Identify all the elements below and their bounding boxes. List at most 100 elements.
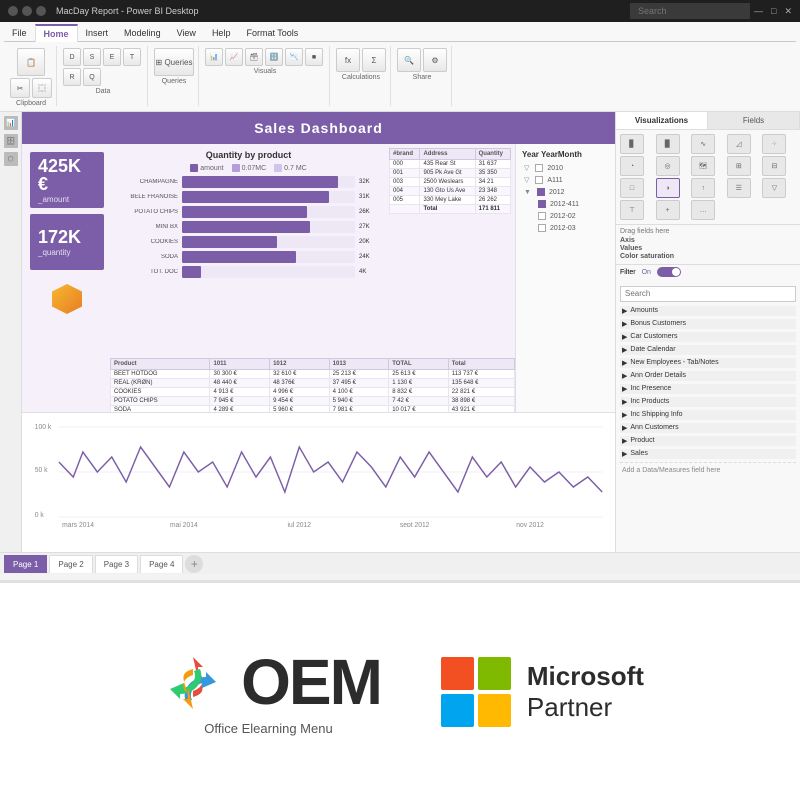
- slicer-2012-03[interactable]: 2012-03: [522, 223, 609, 233]
- tab-help[interactable]: Help: [204, 24, 239, 42]
- window-chrome: MacDay Report - Power BI Desktop —□✕: [0, 0, 800, 22]
- ribbon-copy-btn[interactable]: ⿴: [32, 78, 52, 98]
- bar-label-5: SODA: [118, 254, 178, 260]
- filter-toggle[interactable]: [657, 267, 681, 277]
- field-group-presence-header[interactable]: ▶Inc Presence: [620, 384, 796, 394]
- viz-scatter[interactable]: ⁘: [762, 134, 786, 154]
- addr-col-qty: Quantity: [475, 149, 510, 160]
- ribbon-queries-btn[interactable]: ⊞ Queries: [154, 48, 194, 76]
- ribbon-data-btn-3[interactable]: E: [103, 48, 121, 66]
- ribbon-vis-btn-3[interactable]: 🗃: [245, 48, 263, 66]
- slicer-2012-02[interactable]: 2012-02: [522, 211, 609, 221]
- page-tab-4[interactable]: Page 4: [140, 555, 183, 573]
- field-group-date-header[interactable]: ▶Date Calendar: [620, 345, 796, 355]
- field-group-customers-header[interactable]: ▶Ann Customers: [620, 423, 796, 433]
- viz-funnel[interactable]: ▽: [762, 178, 786, 198]
- ribbon-data-btn-4[interactable]: T: [123, 48, 141, 66]
- window-close-btn[interactable]: [8, 6, 18, 16]
- tab-add-button[interactable]: +: [185, 555, 203, 573]
- dashboard-canvas: Sales Dashboard 425K € _amount 172K _qua…: [22, 112, 615, 552]
- view-icon-data[interactable]: 🗄: [4, 134, 18, 148]
- field-group-orders-header[interactable]: ▶Ann Order Details: [620, 371, 796, 381]
- field-group-amounts-header[interactable]: ▶Amounts: [620, 306, 796, 316]
- ribbon-more-btn-1[interactable]: 🔍: [397, 48, 421, 72]
- bar-chart-title: Quantity by product: [118, 150, 379, 160]
- oem-tagline: Office Elearning Menu: [204, 721, 332, 736]
- right-panels: Visualizations Fields ▊ ▉ ∿ ◿ ⁘ ◔ ◎ 🗺 ⊞ …: [615, 112, 800, 552]
- slicer-2010[interactable]: ▽ 2010: [522, 163, 609, 173]
- slicer-check-2012-02[interactable]: [538, 212, 546, 220]
- tab-modeling[interactable]: Modeling: [116, 24, 169, 42]
- viz-bar-chart[interactable]: ▊: [620, 134, 644, 154]
- viz-pie[interactable]: ◔: [620, 156, 644, 176]
- tab-view[interactable]: View: [169, 24, 204, 42]
- viz-waterfall[interactable]: ⊤: [620, 200, 644, 220]
- ribbon-paste-btn[interactable]: 📋: [17, 48, 45, 76]
- tab-fields[interactable]: Fields: [708, 112, 800, 129]
- viz-more[interactable]: …: [691, 200, 715, 220]
- viz-slicer[interactable]: ☰: [727, 178, 751, 198]
- page-tab-1[interactable]: Page 1: [4, 555, 47, 573]
- viz-column-chart[interactable]: ▉: [656, 134, 680, 154]
- ribbon-vis-btn-5[interactable]: 📉: [285, 48, 303, 66]
- ribbon-content: 📋 ✂ ⿴ Clipboard D S E T R Q Data: [4, 42, 796, 110]
- viz-card[interactable]: □: [620, 178, 644, 198]
- ribbon-more-btn-2[interactable]: ⚙: [423, 48, 447, 72]
- field-group-sales-header[interactable]: ▶Sales: [620, 449, 796, 459]
- tab-insert[interactable]: Insert: [78, 24, 117, 42]
- field-group-product2-header[interactable]: ▶Product: [620, 436, 796, 446]
- field-group-employees-header[interactable]: ▶New Employees - Tab/Notes: [620, 358, 796, 368]
- slicer-2012-411[interactable]: 2012-411: [522, 199, 609, 209]
- ribbon-cut-btn[interactable]: ✂: [10, 78, 30, 98]
- slicer-2012[interactable]: ▼ 2012: [522, 187, 609, 197]
- field-group-bonus-header[interactable]: ▶Bonus Customers: [620, 319, 796, 329]
- slicer-check-a111[interactable]: [535, 176, 543, 184]
- field-search-input[interactable]: [620, 286, 796, 302]
- ribbon-vis-btn-2[interactable]: 📈: [225, 48, 243, 66]
- viz-matrix[interactable]: ⊟: [762, 156, 786, 176]
- ribbon-queries-label: Queries: [162, 78, 187, 85]
- ribbon-calc-btn-1[interactable]: fx: [336, 48, 360, 72]
- field-group-employees: ▶New Employees - Tab/Notes: [620, 358, 796, 368]
- tab-format-tools[interactable]: Format Tools: [238, 24, 306, 42]
- slicer-check-2010[interactable]: [535, 164, 543, 172]
- viz-donut[interactable]: ◎: [656, 156, 680, 176]
- viz-custom[interactable]: +: [656, 200, 680, 220]
- page-tab-2[interactable]: Page 2: [49, 555, 92, 573]
- ribbon-data-label: Data: [96, 88, 111, 95]
- window-max-btn[interactable]: [36, 6, 46, 16]
- field-group-car-header[interactable]: ▶Car Customers: [620, 332, 796, 342]
- viz-map[interactable]: 🗺: [691, 156, 715, 176]
- window-min-btn[interactable]: [22, 6, 32, 16]
- slicer-check-2012-03[interactable]: [538, 224, 546, 232]
- ribbon-vis-btn-1[interactable]: 📊: [205, 48, 223, 66]
- view-icon-report[interactable]: 📊: [4, 116, 18, 130]
- field-group-products-header[interactable]: ▶Inc Products: [620, 397, 796, 407]
- ribbon-data-btn-6[interactable]: Q: [83, 68, 101, 86]
- viz-table[interactable]: ⊞: [727, 156, 751, 176]
- field-group-shipping-header[interactable]: ▶Inc Shipping Info: [620, 410, 796, 420]
- ribbon-data-btn-5[interactable]: R: [63, 68, 81, 86]
- tab-home[interactable]: Home: [35, 24, 78, 42]
- ribbon-vis-btn-4[interactable]: 🔢: [265, 48, 283, 66]
- field-group-amounts: ▶Amounts: [620, 306, 796, 316]
- viz-kpi[interactable]: ↑: [691, 178, 715, 198]
- viz-area-chart[interactable]: ◿: [727, 134, 751, 154]
- addr-row-3: 004130 Gto Us Ave23 348: [390, 187, 511, 196]
- viz-gauge[interactable]: ◑: [656, 178, 680, 198]
- svg-text:50 k: 50 k: [35, 467, 48, 474]
- view-icon-model[interactable]: ⬡: [4, 152, 18, 166]
- window-search[interactable]: [630, 3, 750, 19]
- bar-row-4: COOKIES 20K: [118, 236, 379, 248]
- slicer-a111[interactable]: ▽ A111: [522, 175, 609, 185]
- slicer-check-2012[interactable]: [537, 188, 545, 196]
- ribbon-data-btn-1[interactable]: D: [63, 48, 81, 66]
- tab-visualizations[interactable]: Visualizations: [616, 112, 708, 129]
- slicer-check-2012-411[interactable]: [538, 200, 546, 208]
- page-tab-3[interactable]: Page 3: [95, 555, 138, 573]
- ribbon-vis-btn-6[interactable]: ■: [305, 48, 323, 66]
- viz-line-chart[interactable]: ∿: [691, 134, 715, 154]
- ribbon-data-btn-2[interactable]: S: [83, 48, 101, 66]
- tab-file[interactable]: File: [4, 24, 35, 42]
- ribbon-calc-btn-2[interactable]: Σ: [362, 48, 386, 72]
